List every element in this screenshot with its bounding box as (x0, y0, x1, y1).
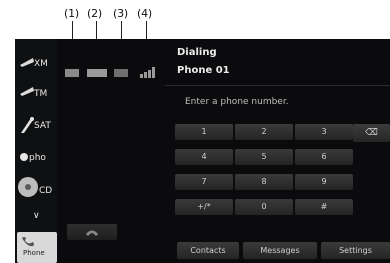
tm-icon (20, 87, 34, 96)
disc-icon (18, 177, 38, 197)
callout-3: (3) (113, 7, 128, 20)
phone-dial-screen: XM TM SAT pho CD ∨ Phone Dialing Phone 0… (15, 39, 390, 263)
backspace-button[interactable]: ⌫ (353, 124, 390, 142)
source-pho[interactable]: pho (17, 143, 57, 173)
xm-icon (20, 58, 34, 67)
callout-4: (4) (137, 7, 152, 20)
key-4[interactable]: 4 (175, 149, 233, 165)
source-xm-label: XM (34, 59, 48, 69)
signal-strength-icon (140, 67, 155, 78)
bluetooth-status-icon (65, 69, 79, 77)
key-7[interactable]: 7 (175, 174, 233, 190)
contacts-button[interactable]: Contacts (177, 242, 239, 259)
header-divider (165, 85, 390, 86)
record-icon (20, 153, 28, 161)
chevron-down-icon: ∨ (33, 211, 40, 221)
roaming-status-icon (114, 69, 128, 77)
key-5[interactable]: 5 (235, 149, 293, 165)
callout-2: (2) (87, 7, 102, 20)
source-tm-label: TM (34, 89, 48, 99)
hang-up-button[interactable] (67, 224, 117, 240)
more-sources[interactable]: ∨ (17, 203, 57, 233)
number-prompt: Enter a phone number. (185, 97, 289, 107)
key-hash[interactable]: # (295, 199, 353, 215)
status-icons (65, 67, 165, 79)
source-phone[interactable]: Phone (17, 232, 57, 263)
callout-area: (1) (2) (3) (4) (0, 0, 390, 69)
key-3[interactable]: 3 (295, 124, 353, 140)
satellite-icon (21, 117, 34, 133)
key-0[interactable]: 0 (235, 199, 293, 215)
settings-button[interactable]: Settings (321, 242, 390, 259)
page-title: Dialing (177, 47, 217, 58)
source-cd[interactable]: CD (17, 173, 57, 203)
source-sat-label: SAT (34, 121, 51, 131)
key-9[interactable]: 9 (295, 174, 353, 190)
source-cd-label: CD (39, 186, 53, 196)
callout-1: (1) (64, 7, 79, 20)
source-tm[interactable]: TM (17, 79, 57, 109)
battery-status-icon (87, 69, 107, 77)
key-8[interactable]: 8 (235, 174, 293, 190)
backspace-icon: ⌫ (365, 128, 378, 138)
phone-handset-icon (22, 237, 34, 247)
key-star[interactable]: +/* (175, 199, 233, 215)
phone-hangup-icon (86, 230, 98, 236)
source-pho-label: pho (29, 153, 46, 163)
key-2[interactable]: 2 (235, 124, 293, 140)
phone-name: Phone 01 (177, 65, 230, 76)
source-xm[interactable]: XM (17, 49, 57, 79)
source-phone-label: Phone (23, 249, 45, 257)
key-1[interactable]: 1 (175, 124, 233, 140)
messages-button[interactable]: Messages (243, 242, 317, 259)
key-6[interactable]: 6 (295, 149, 353, 165)
source-sat[interactable]: SAT (17, 111, 57, 141)
source-rail: XM TM SAT pho CD ∨ Phone (15, 39, 57, 263)
